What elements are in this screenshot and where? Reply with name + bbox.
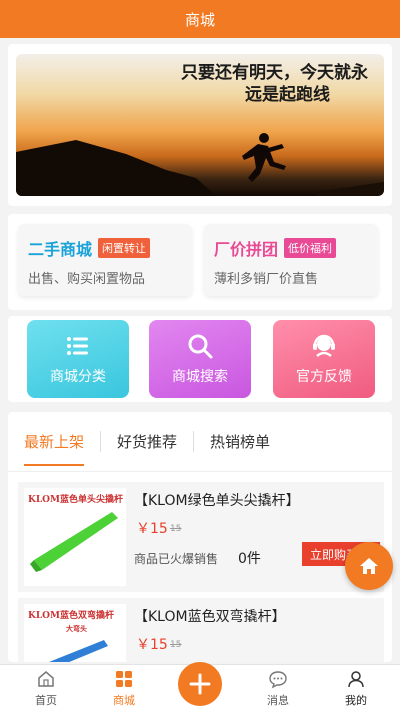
- category-label: 商城搜索: [172, 369, 228, 385]
- product-card[interactable]: KLOM蓝色单头尖撬杆 【KLOM绿色单头尖撬杆】 ￥15 15 商品已火爆销售…: [18, 482, 384, 592]
- banner-card: 只要还有明天，今天就永 远是起跑线: [8, 44, 392, 206]
- promo-second-hand[interactable]: 二手商城 闲置转让 出售、购买闲置物品: [18, 224, 192, 296]
- promo-title: 厂价拼团: [214, 240, 279, 259]
- nav-label: 商城: [113, 694, 135, 707]
- banner-image[interactable]: 只要还有明天，今天就永 远是起跑线: [16, 54, 384, 196]
- product-card[interactable]: KLOM蓝色双弯撬杆 大弯头 【KLOM蓝色双弯撬杆】 ￥15 15: [18, 598, 384, 662]
- product-name: 【KLOM绿色单头尖撬杆】: [134, 493, 300, 509]
- nav-home[interactable]: 首页: [11, 669, 81, 708]
- promo-badge: 低价福利: [284, 238, 337, 258]
- promo-group-buy[interactable]: 厂价拼团 低价福利 薄利多销厂价直售: [204, 224, 378, 296]
- promo-section: 二手商城 闲置转让 出售、购买闲置物品 厂价拼团 低价福利 薄利多销厂价直售: [8, 214, 392, 310]
- product-price: ￥15: [136, 521, 168, 537]
- thumb-text: KLOM蓝色双弯撬杆: [28, 611, 114, 621]
- thumb-subtext: 大弯头: [66, 625, 87, 633]
- grid-icon: [116, 671, 132, 687]
- product-old-price: 15: [170, 640, 182, 650]
- nav-profile[interactable]: 我的: [321, 669, 391, 708]
- promo-subtitle: 薄利多销厂价直售: [214, 272, 319, 287]
- plus-icon: [189, 673, 211, 695]
- nav-mall[interactable]: 商城: [89, 669, 159, 708]
- nav-messages[interactable]: 消息: [243, 669, 313, 708]
- sold-count: 0件: [238, 551, 261, 567]
- sold-label: 商品已火爆销售: [134, 552, 219, 566]
- home-icon: [38, 671, 54, 687]
- product-tabs: 最新上架 好货推荐 热销榜单: [8, 412, 392, 472]
- product-thumbnail: KLOM蓝色双弯撬杆 大弯头: [24, 604, 126, 662]
- tab-recommended[interactable]: 好货推荐: [100, 431, 193, 452]
- chat-icon: [269, 671, 287, 689]
- page-title: 商城: [184, 10, 215, 29]
- list-icon: [67, 337, 88, 355]
- user-icon: [348, 671, 364, 688]
- nav-label: 首页: [35, 694, 57, 707]
- category-button-classify[interactable]: 商城分类: [27, 320, 129, 398]
- promo-title: 二手商城: [28, 240, 93, 259]
- nav-label: 我的: [345, 694, 367, 707]
- product-section: 最新上架 好货推荐 热销榜单 KLOM蓝色单头尖撬杆 【KLOM绿色单头尖撬杆】…: [8, 412, 392, 662]
- promo-badge: 闲置转让: [98, 238, 151, 258]
- tab-bestsellers[interactable]: 热销榜单: [193, 431, 286, 452]
- banner-line-2: 远是起跑线: [245, 85, 330, 105]
- thumb-text: KLOM蓝色单头尖撬杆: [28, 495, 123, 505]
- home-icon: [360, 558, 378, 574]
- top-bar: 商城: [0, 0, 400, 38]
- product-thumbnail: KLOM蓝色单头尖撬杆: [24, 488, 126, 586]
- nav-label: 消息: [267, 694, 289, 707]
- category-section: 商城分类 商城搜索 官方反馈: [8, 316, 392, 402]
- product-old-price: 15: [170, 524, 182, 534]
- floating-home-button[interactable]: [345, 542, 393, 590]
- product-name: 【KLOM蓝色双弯撬杆】: [134, 609, 286, 625]
- promo-subtitle: 出售、购买闲置物品: [28, 272, 146, 287]
- category-button-search[interactable]: 商城搜索: [149, 320, 251, 398]
- category-button-feedback[interactable]: 官方反馈: [273, 320, 375, 398]
- product-price: ￥15: [136, 637, 168, 653]
- category-label: 商城分类: [50, 369, 106, 385]
- support-icon: [313, 334, 335, 357]
- search-icon: [188, 334, 213, 359]
- tab-newest[interactable]: 最新上架: [24, 431, 100, 466]
- banner-line-1: 只要还有明天，今天就永: [181, 63, 368, 83]
- publish-button[interactable]: [178, 662, 222, 706]
- category-label: 官方反馈: [296, 369, 352, 385]
